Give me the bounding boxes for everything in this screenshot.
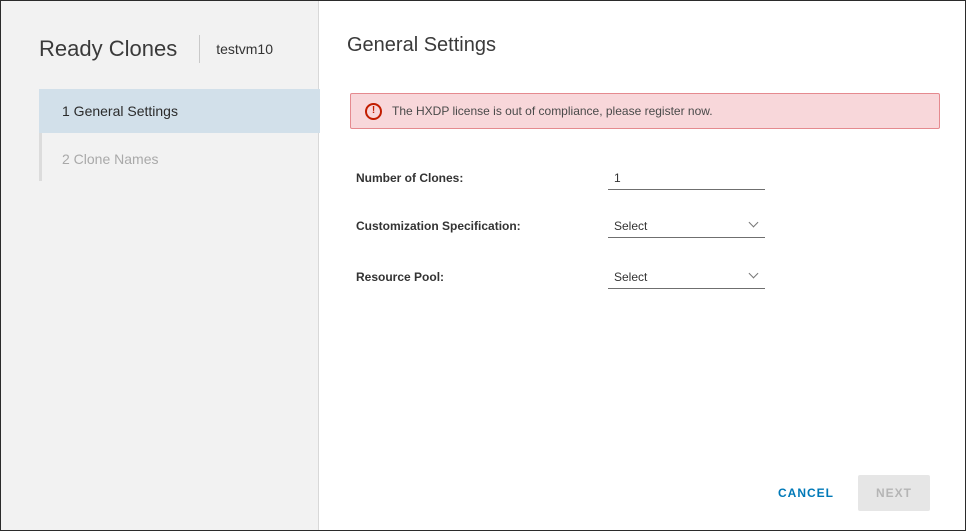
cancel-button[interactable]: CANCEL: [764, 476, 848, 510]
resource-pool-value: Select: [614, 270, 648, 284]
customization-spec-select[interactable]: Select: [608, 214, 765, 238]
vm-name: testvm10: [216, 41, 273, 57]
chevron-down-icon: [748, 268, 759, 279]
wizard-sidebar: Ready Clones testvm10 1 General Settings…: [1, 1, 320, 530]
wizard-header: Ready Clones testvm10: [39, 35, 273, 63]
resource-pool-select[interactable]: Select: [608, 265, 765, 289]
number-of-clones-input[interactable]: [614, 171, 754, 185]
alert-message: The HXDP license is out of compliance, p…: [392, 104, 713, 118]
customization-spec-label: Customization Specification:: [356, 219, 521, 233]
number-of-clones-label: Number of Clones:: [356, 171, 464, 185]
wizard-title: Ready Clones: [39, 36, 178, 61]
title-divider: [199, 35, 201, 63]
wizard-steps: 1 General Settings 2 Clone Names: [39, 89, 320, 181]
next-button[interactable]: NEXT: [858, 475, 930, 511]
license-alert: ! The HXDP license is out of compliance,…: [350, 93, 940, 129]
chevron-down-icon: [748, 217, 759, 228]
resource-pool-label: Resource Pool:: [356, 270, 445, 284]
number-of-clones-field[interactable]: [608, 166, 765, 190]
customization-spec-value: Select: [614, 219, 648, 233]
wizard-footer: CANCEL NEXT: [764, 475, 930, 511]
step-clone-names: 2 Clone Names: [62, 151, 159, 167]
step-general-settings[interactable]: 1 General Settings: [39, 89, 320, 133]
page-title: General Settings: [347, 34, 496, 56]
error-circle-icon: !: [365, 102, 382, 120]
wizard-content: General Settings ! The HXDP license is o…: [319, 1, 965, 530]
ready-clones-dialog: Ready Clones testvm10 1 General Settings…: [0, 0, 966, 531]
